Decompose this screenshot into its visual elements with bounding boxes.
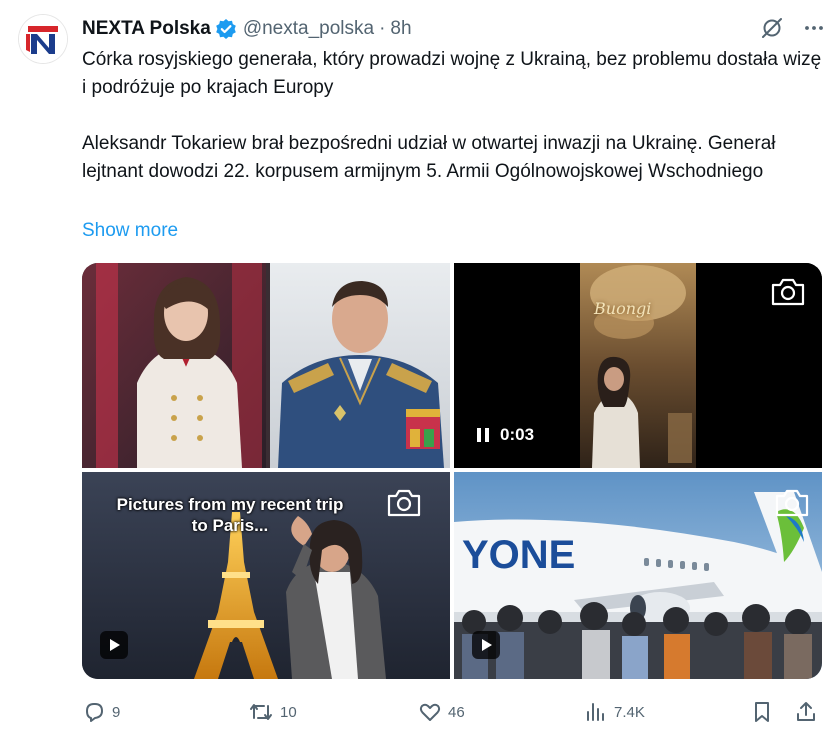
tweet-paragraph-1: Córka rosyjskiego generała, który prowad… bbox=[82, 49, 822, 98]
airplane-image: YONE bbox=[454, 472, 822, 679]
bookmark-icon bbox=[755, 702, 769, 722]
video-overlay-text: Buongi bbox=[594, 299, 652, 318]
like-icon bbox=[419, 703, 441, 721]
paris-caption-line-1: Pictures from my recent trip bbox=[116, 495, 344, 514]
tweet-text: Córka rosyjskiego generała, który prowad… bbox=[82, 46, 822, 186]
like-count: 46 bbox=[448, 703, 465, 721]
repost-icon bbox=[250, 704, 272, 720]
share-icon bbox=[797, 702, 815, 721]
verified-badge-icon[interactable] bbox=[215, 18, 237, 40]
separator-dot: · bbox=[379, 18, 386, 39]
tweet-paragraph-2: Aleksandr Tokariew brał bezpośredni udzi… bbox=[82, 133, 776, 182]
camera-icon bbox=[768, 275, 808, 309]
views-icon bbox=[587, 703, 604, 721]
repost-count: 10 bbox=[280, 703, 297, 721]
reply-button[interactable]: 9 bbox=[82, 697, 120, 727]
media-grid: Buongi 0:03 Pictures from my recent trip… bbox=[82, 263, 822, 679]
views-count: 7.4K bbox=[614, 703, 645, 721]
more-icon[interactable] bbox=[802, 16, 826, 40]
reply-count: 9 bbox=[112, 703, 121, 721]
bookmark-button[interactable] bbox=[750, 697, 774, 727]
svg-text:YONE: YONE bbox=[462, 533, 575, 577]
video-time: 0:03 bbox=[500, 425, 535, 444]
grok-icon[interactable] bbox=[760, 16, 784, 40]
camera-icon bbox=[772, 486, 812, 520]
repost-button[interactable]: 10 bbox=[248, 697, 297, 727]
paris-caption: Pictures from my recent trip to Paris... bbox=[82, 494, 378, 536]
media-video[interactable]: Buongi 0:03 bbox=[454, 263, 822, 468]
timestamp[interactable]: 8h bbox=[390, 18, 411, 40]
camera-icon bbox=[384, 486, 424, 520]
video-timer[interactable]: 0:03 bbox=[476, 422, 534, 448]
avatar[interactable] bbox=[18, 14, 68, 64]
media-photo-airplane[interactable]: YONE bbox=[454, 472, 822, 679]
action-bar: 9 10 46 7.4K bbox=[82, 697, 822, 727]
play-icon[interactable] bbox=[472, 631, 500, 659]
paris-caption-line-2: to Paris... bbox=[191, 516, 269, 535]
media-photo-portraits[interactable] bbox=[82, 263, 450, 468]
author-handle[interactable]: @nexta_polska bbox=[243, 18, 374, 40]
share-button[interactable] bbox=[794, 697, 818, 727]
author-name[interactable]: NEXTA Polska bbox=[82, 18, 211, 40]
portraits-image bbox=[82, 263, 450, 468]
header-actions bbox=[760, 16, 826, 40]
pause-icon[interactable] bbox=[476, 427, 490, 443]
play-icon[interactable] bbox=[100, 631, 128, 659]
views-button[interactable]: 7.4K bbox=[584, 697, 645, 727]
nexta-logo-icon bbox=[19, 15, 67, 63]
reply-icon bbox=[86, 703, 103, 722]
media-photo-paris[interactable]: Pictures from my recent trip to Paris... bbox=[82, 472, 450, 679]
tweet-header: NEXTA Polska @nexta_polska · 8h bbox=[82, 16, 412, 42]
show-more-link[interactable]: Show more bbox=[82, 217, 178, 245]
like-button[interactable]: 46 bbox=[418, 697, 465, 727]
